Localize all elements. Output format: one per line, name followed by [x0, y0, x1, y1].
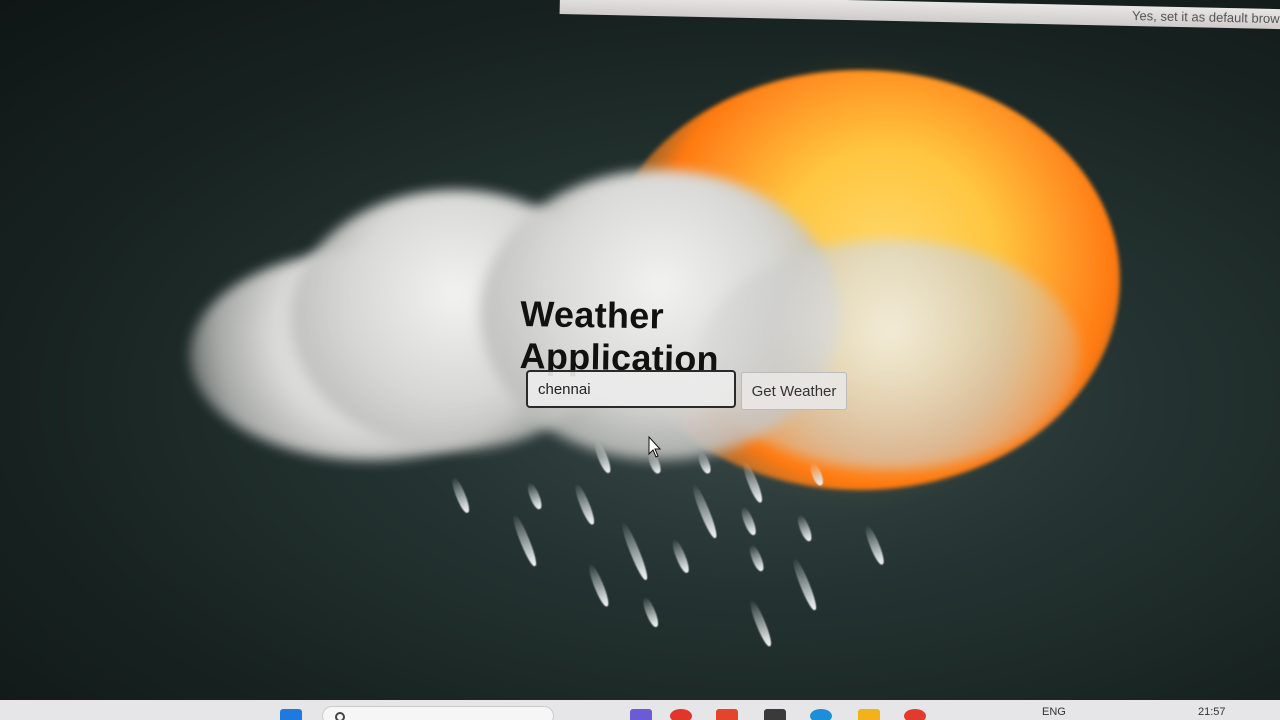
search-icon — [335, 712, 345, 720]
chrome-icon[interactable] — [904, 709, 926, 720]
get-weather-button[interactable]: Get Weather — [741, 372, 847, 410]
screen: Yes, set it as default brow Weather Appl… — [0, 0, 1280, 720]
folder-icon[interactable] — [858, 709, 880, 720]
windows-start-icon[interactable] — [280, 709, 302, 720]
browser-infobar: Yes, set it as default brow — [559, 0, 1280, 30]
taskbar-search-box[interactable] — [322, 706, 554, 720]
browser-icon[interactable] — [670, 709, 692, 720]
window-icon[interactable] — [764, 709, 786, 720]
clock[interactable]: 21:57 — [1198, 706, 1226, 718]
city-search-input[interactable] — [526, 370, 736, 408]
teams-icon[interactable] — [630, 709, 652, 720]
office-icon[interactable] — [716, 709, 738, 720]
infobar-text[interactable]: Yes, set it as default brow — [1132, 8, 1280, 26]
language-indicator[interactable]: ENG — [1042, 706, 1066, 718]
edge-icon[interactable] — [810, 709, 832, 720]
mouse-cursor-icon — [648, 436, 662, 458]
taskbar: ENG 21:57 — [0, 700, 1280, 720]
